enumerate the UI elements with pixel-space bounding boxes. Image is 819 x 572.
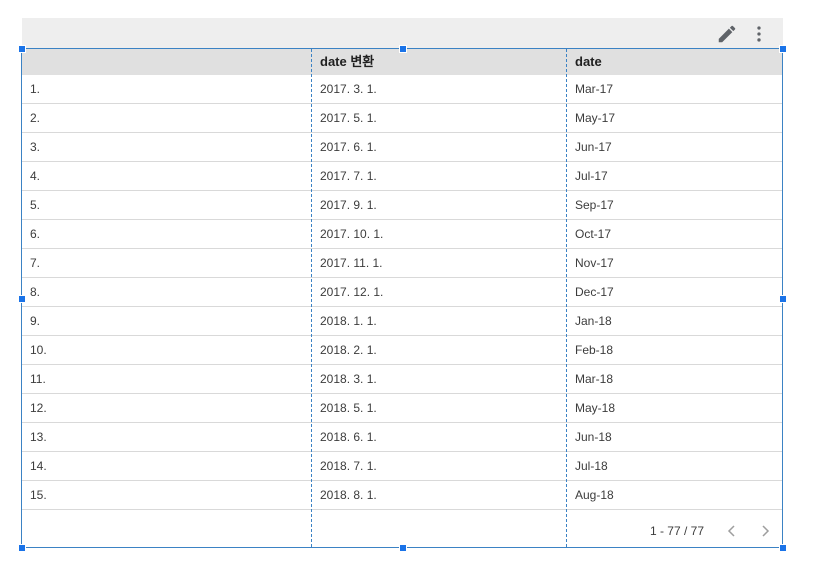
table-row[interactable]: 5. 2017. 9. 1. Sep-17	[22, 191, 782, 220]
date-converted-cell: 2017. 9. 1.	[320, 198, 377, 212]
chevron-left-icon	[727, 525, 735, 537]
table-row[interactable]: 1. 2017. 3. 1. Mar-17	[22, 75, 782, 104]
edit-button[interactable]	[716, 23, 738, 45]
date-converted-cell: 2018. 6. 1.	[320, 430, 377, 444]
date-cell: Sep-17	[575, 198, 614, 212]
date-converted-cell: 2017. 3. 1.	[320, 82, 377, 96]
row-index-cell: 2.	[30, 111, 41, 125]
column-header-date-converted[interactable]: date 변환	[312, 49, 567, 75]
pagination-footer: 1 - 77 / 77	[22, 513, 782, 547]
pagination-text: 1 - 77 / 77	[649, 524, 704, 538]
column-divider	[311, 49, 312, 547]
date-cell: Nov-17	[575, 256, 614, 270]
date-converted-cell: 2017. 6. 1.	[320, 140, 377, 154]
column-header-index[interactable]	[22, 49, 312, 75]
date-converted-cell: 2017. 10. 1.	[320, 227, 384, 241]
resize-handle-bottom[interactable]	[399, 544, 407, 552]
row-index-cell: 10.	[30, 343, 47, 357]
resize-handle-bottom-right[interactable]	[779, 544, 787, 552]
row-index-cell: 12.	[30, 401, 47, 415]
row-index-cell: 1.	[30, 82, 41, 96]
next-page-button[interactable]	[758, 524, 772, 538]
previous-page-button[interactable]	[725, 524, 739, 538]
row-index-cell: 13.	[30, 430, 47, 444]
date-converted-cell: 2018. 5. 1.	[320, 401, 377, 415]
more-vert-icon	[757, 26, 761, 42]
date-cell: Jul-17	[575, 169, 608, 183]
date-converted-cell: 2017. 7. 1.	[320, 169, 377, 183]
date-cell: Jan-18	[575, 314, 612, 328]
pencil-icon	[718, 25, 736, 43]
date-cell: Jun-17	[575, 140, 612, 154]
resize-handle-right[interactable]	[779, 295, 787, 303]
table-row[interactable]: 7. 2017. 11. 1. Nov-17	[22, 249, 782, 278]
column-header-date[interactable]: date	[567, 49, 782, 75]
table-row[interactable]: 10. 2018. 2. 1. Feb-18	[22, 336, 782, 365]
date-cell: May-18	[575, 401, 616, 415]
table-row[interactable]: 12. 2018. 5. 1. May-18	[22, 394, 782, 423]
date-cell: Jul-18	[575, 459, 608, 473]
row-index-cell: 5.	[30, 198, 41, 212]
resize-handle-top-left[interactable]	[18, 45, 26, 53]
date-converted-cell: 2017. 12. 1.	[320, 285, 384, 299]
date-converted-cell: 2018. 7. 1.	[320, 459, 377, 473]
table-chart-canvas: date 변환 date 1. 2017. 3. 1. Mar-17 2. 2017. …	[0, 0, 819, 572]
date-cell: Feb-18	[575, 343, 614, 357]
row-index-cell: 8.	[30, 285, 41, 299]
table-row[interactable]: 6. 2017. 10. 1. Oct-17	[22, 220, 782, 249]
date-cell: Jun-18	[575, 430, 612, 444]
table-row[interactable]: 2. 2017. 5. 1. May-17	[22, 104, 782, 133]
date-cell: Dec-17	[575, 285, 614, 299]
date-cell: Mar-18	[575, 372, 614, 386]
data-table: date 변환 date 1. 2017. 3. 1. Mar-17 2. 2017. …	[22, 49, 782, 510]
table-row[interactable]: 14. 2018. 7. 1. Jul-18	[22, 452, 782, 481]
table-row[interactable]: 9. 2018. 1. 1. Jan-18	[22, 307, 782, 336]
date-converted-cell: 2018. 2. 1.	[320, 343, 377, 357]
date-converted-cell: 2017. 11. 1.	[320, 256, 383, 270]
chart-toolbar	[22, 18, 783, 48]
date-converted-cell: 2018. 1. 1.	[320, 314, 377, 328]
table-row[interactable]: 3. 2017. 6. 1. Jun-17	[22, 133, 782, 162]
table-row[interactable]: 8. 2017. 12. 1. Dec-17	[22, 278, 782, 307]
date-cell: Aug-18	[575, 488, 614, 502]
resize-handle-left[interactable]	[18, 295, 26, 303]
row-index-cell: 6.	[30, 227, 41, 241]
table-row[interactable]: 15. 2018. 8. 1. Aug-18	[22, 481, 782, 510]
more-options-button[interactable]	[748, 23, 770, 45]
table-row[interactable]: 11. 2018. 3. 1. Mar-18	[22, 365, 782, 394]
table-row[interactable]: 4. 2017. 7. 1. Jul-17	[22, 162, 782, 191]
chevron-right-icon	[762, 525, 770, 537]
date-converted-cell: 2017. 5. 1.	[320, 111, 377, 125]
date-cell: May-17	[575, 111, 616, 125]
row-index-cell: 14.	[30, 459, 47, 473]
row-index-cell: 3.	[30, 140, 41, 154]
column-divider	[566, 49, 567, 547]
row-index-cell: 9.	[30, 314, 41, 328]
resize-handle-bottom-left[interactable]	[18, 544, 26, 552]
resize-handle-top[interactable]	[399, 45, 407, 53]
date-converted-cell: 2018. 8. 1.	[320, 488, 377, 502]
date-cell: Oct-17	[575, 227, 612, 241]
row-index-cell: 4.	[30, 169, 41, 183]
date-converted-cell: 2018. 3. 1.	[320, 372, 377, 386]
date-cell: Mar-17	[575, 82, 614, 96]
table-body: 1. 2017. 3. 1. Mar-17 2. 2017. 5. 1. May-17 3.…	[22, 75, 782, 510]
row-index-cell: 15.	[30, 488, 47, 502]
row-index-cell: 11.	[30, 372, 46, 386]
row-index-cell: 7.	[30, 256, 41, 270]
table-row[interactable]: 13. 2018. 6. 1. Jun-18	[22, 423, 782, 452]
resize-handle-top-right[interactable]	[779, 45, 787, 53]
